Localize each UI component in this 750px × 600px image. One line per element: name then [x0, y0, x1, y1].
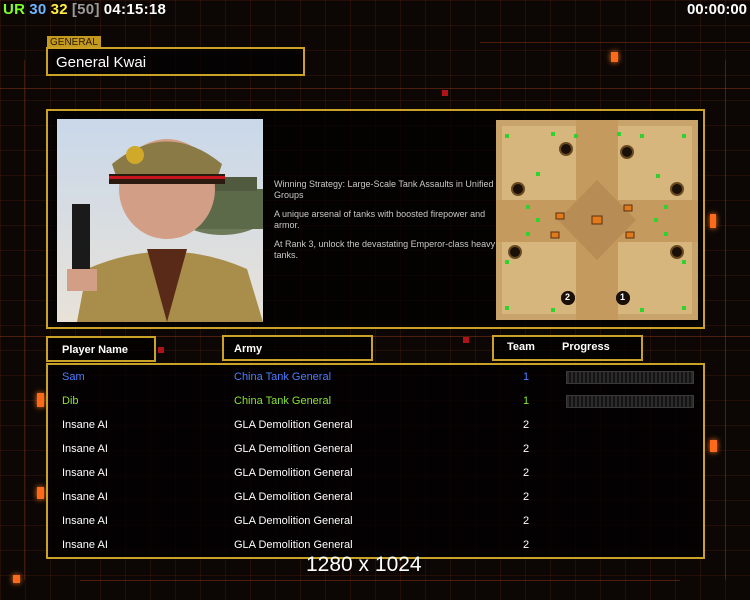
- header-progress-label: Progress: [562, 341, 610, 353]
- bg-vline: [725, 60, 726, 580]
- player-row[interactable]: Sam China Tank General 1: [48, 367, 703, 391]
- glow-light: [37, 487, 44, 499]
- player-team: 2: [523, 419, 530, 431]
- general-portrait: [57, 119, 263, 322]
- player-team: 1: [523, 395, 530, 407]
- header-team-label: Team: [507, 341, 535, 353]
- bg-dot: [158, 347, 164, 353]
- player-row[interactable]: Dib China Tank General 1: [48, 391, 703, 415]
- player-team: 1: [523, 371, 530, 383]
- bg-line: [480, 42, 750, 43]
- player-name: Insane AI: [62, 515, 108, 527]
- player-army: GLA Demolition General: [234, 515, 353, 527]
- player-row[interactable]: Insane AI GLA Demolition General 2: [48, 463, 703, 487]
- description-line: At Rank 3, unlock the devastating Empero…: [274, 239, 496, 260]
- minimap-image: [496, 120, 698, 320]
- progress-bar: [566, 395, 694, 408]
- player-army: GLA Demolition General: [234, 539, 353, 551]
- status-value-3: [50]: [71, 1, 100, 18]
- general-description: Winning Strategy: Large-Scale Tank Assau…: [274, 179, 499, 269]
- player-row[interactable]: Insane AI GLA Demolition General 2: [48, 487, 703, 511]
- bg-dot: [463, 337, 469, 343]
- description-line: A unique arsenal of tanks with boosted f…: [274, 209, 486, 230]
- player-row[interactable]: Insane AI GLA Demolition General 2: [48, 439, 703, 463]
- player-name: Insane AI: [62, 467, 108, 479]
- status-value-2: 32: [50, 1, 68, 18]
- player-army: GLA Demolition General: [234, 443, 353, 455]
- glow-light: [13, 575, 20, 583]
- status-ur: UR: [3, 1, 26, 18]
- player-army: GLA Demolition General: [234, 491, 353, 503]
- player-row[interactable]: Insane AI GLA Demolition General 2: [48, 511, 703, 535]
- general-title-box: General Kwai: [46, 47, 305, 76]
- column-header-team-progress: Team Progress: [492, 335, 643, 361]
- start-position-label: 2: [565, 292, 571, 302]
- player-name: Sam: [62, 371, 85, 383]
- player-name: Insane AI: [62, 539, 108, 551]
- player-team: 2: [523, 539, 530, 551]
- status-bar: UR 30 32 [50] 04:15:18: [3, 1, 170, 18]
- general-info-panel: Winning Strategy: Large-Scale Tank Assau…: [46, 109, 705, 329]
- description-line: Winning Strategy: Large-Scale Tank Assau…: [274, 179, 494, 200]
- bg-vline: [24, 60, 25, 580]
- status-value-1: 30: [29, 1, 47, 18]
- player-list: Sam China Tank General 1 Dib China Tank Gene…: [46, 363, 705, 559]
- start-position-label: 1: [620, 292, 626, 302]
- clock: 04:15:18: [103, 1, 167, 18]
- player-team: 2: [523, 515, 530, 527]
- glow-light: [37, 393, 44, 407]
- timer: 00:00:00: [686, 1, 747, 18]
- resolution-caption: 1280 x 1024: [306, 553, 422, 576]
- player-name: Dib: [62, 395, 79, 407]
- player-army: GLA Demolition General: [234, 467, 353, 479]
- player-row[interactable]: Insane AI GLA Demolition General 2: [48, 415, 703, 439]
- column-header-army: Army: [222, 335, 373, 361]
- header-label: Army: [234, 343, 263, 355]
- glow-light: [710, 440, 717, 452]
- progress-bar: [566, 371, 694, 384]
- player-name: Insane AI: [62, 491, 108, 503]
- player-team: 2: [523, 491, 530, 503]
- portrait-image: [57, 119, 263, 322]
- player-team: 2: [523, 467, 530, 479]
- player-team: 2: [523, 443, 530, 455]
- player-army: GLA Demolition General: [234, 419, 353, 431]
- bg-line: [80, 580, 680, 581]
- bg-dot: [442, 90, 448, 96]
- player-name: Insane AI: [62, 443, 108, 455]
- glow-light: [710, 214, 716, 228]
- player-army: China Tank General: [234, 371, 332, 383]
- player-army: China Tank General: [234, 395, 332, 407]
- bg-line: [0, 88, 750, 89]
- general-name: General Kwai: [56, 54, 147, 71]
- column-header-player-name: Player Name: [46, 336, 156, 362]
- glow-light: [611, 52, 618, 62]
- header-label: Player Name: [62, 344, 129, 356]
- player-name: Insane AI: [62, 419, 108, 431]
- map-preview: 2 1: [496, 120, 698, 320]
